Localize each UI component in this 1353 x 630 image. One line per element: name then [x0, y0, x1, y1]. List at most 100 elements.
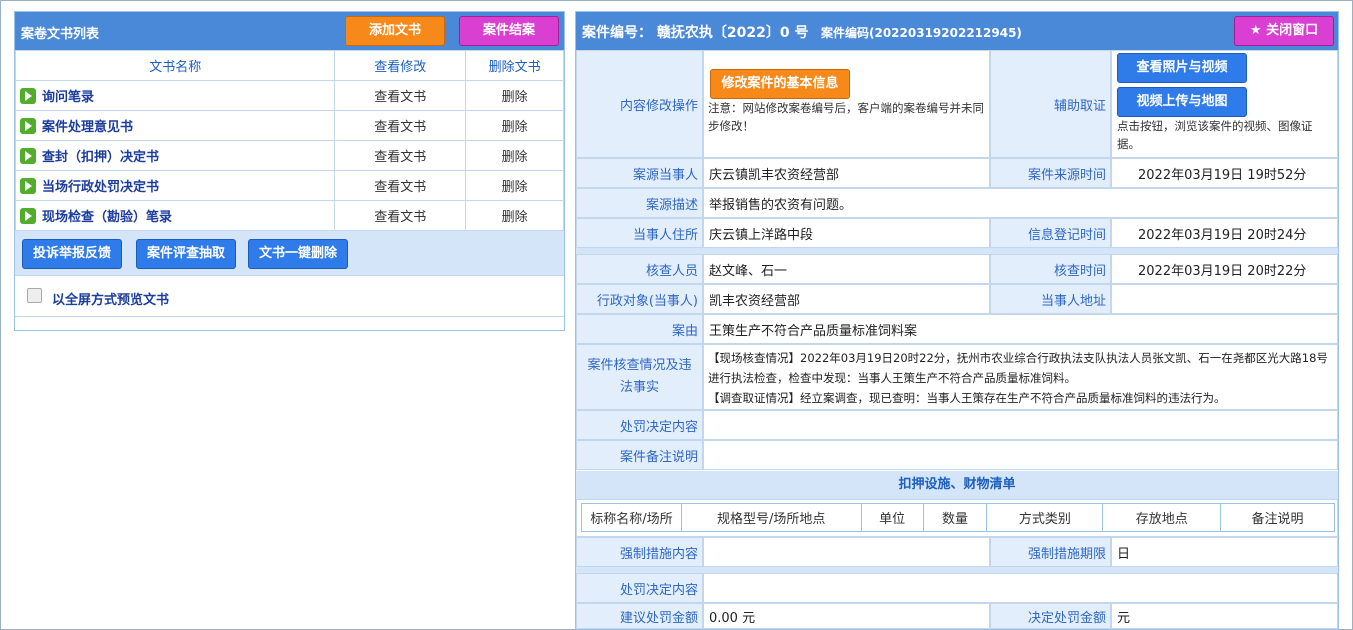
col-spec: 规格型号/场所地点	[680, 503, 862, 532]
seize-list-title: 扣押设施、财物清单	[576, 471, 1338, 499]
table-row: 查封（扣押）决定书 查看文书 删除	[14, 140, 564, 171]
edit-note: 注意：网站修改案卷编号后，客户端的案卷编号并未同步修改！	[708, 101, 984, 133]
delete-doc-link[interactable]: 删除	[465, 200, 564, 231]
col-unit: 单位	[860, 503, 924, 532]
view-doc-link[interactable]: 查看文书	[334, 140, 467, 171]
delete-doc-link[interactable]: 删除	[465, 170, 564, 201]
fullscreen-preview-row: 以全屏方式预览文书	[15, 275, 564, 317]
reg-time-value: 2022年03月19日 20时24分	[1111, 218, 1338, 248]
seize-table: 标称名称/场所 规格型号/场所地点 单位 数量 方式类别 存放地点 备注说明	[581, 503, 1335, 532]
cause-value: 王策生产不符合产品质量标准饲料案	[703, 314, 1338, 344]
close-window-button[interactable]: ★ 关闭窗口	[1234, 16, 1334, 46]
edit-op-label: 内容修改操作	[576, 50, 703, 158]
case-detail-panel: 案件编号： 赣抚农执〔2022〕0 号 案件编码(202203192022129…	[575, 11, 1339, 630]
table-row: 询问笔录 查看文书 删除	[14, 80, 564, 111]
facts-investigation: 【调查取证情况】经立案调查，现已查明：当事人王策存在生产不符合产品质量标准饲料的…	[708, 391, 1226, 405]
check-time-label: 核查时间	[990, 254, 1111, 284]
source-desc-label: 案源描述	[576, 188, 703, 218]
arrow-right-icon	[20, 118, 36, 134]
view-doc-link[interactable]: 查看文书	[334, 110, 467, 141]
col-storage: 存放地点	[1102, 503, 1222, 532]
close-case-button[interactable]: 案件结案	[459, 16, 559, 46]
party-address-label: 当事人住所	[576, 218, 703, 248]
arrow-right-icon	[20, 148, 36, 164]
view-doc-link[interactable]: 查看文书	[334, 80, 467, 111]
doc-table: 文书名称 查看修改 删除文书 询问笔录 查看文书 删除 案件处理意见书 查看文书…	[14, 50, 564, 231]
doc-tools-bar: 投诉举报反馈 案件评查抽取 文书一键删除	[15, 231, 564, 275]
arrow-right-icon	[20, 88, 36, 104]
complaint-feedback-button[interactable]: 投诉举报反馈	[22, 239, 122, 269]
force-limit-label: 强制措施期限	[990, 537, 1111, 567]
upload-video-button[interactable]: 视频上传与地图	[1117, 87, 1247, 117]
doc-name[interactable]: 询问笔录	[14, 80, 336, 111]
table-row: 案件处理意见书 查看文书 删除	[14, 110, 564, 141]
penalty-content-value	[703, 410, 1338, 440]
case-review-button[interactable]: 案件评查抽取	[136, 239, 236, 269]
view-photos-button[interactable]: 查看照片与视频	[1117, 53, 1247, 83]
delete-doc-link[interactable]: 删除	[465, 80, 564, 111]
view-doc-link[interactable]: 查看文书	[334, 170, 467, 201]
decide-amount-value: 元	[1111, 603, 1338, 629]
party-address-value: 庆云镇上洋路中段	[703, 218, 990, 248]
col-remark: 备注说明	[1220, 503, 1335, 532]
decide-amount-label: 决定处罚金额	[990, 603, 1111, 629]
case-code: 案件编码(20220319202212945)	[821, 26, 1022, 40]
col-doc-name: 文书名称	[14, 50, 336, 81]
seize-table-header: 标称名称/场所 规格型号/场所地点 单位 数量 方式类别 存放地点 备注说明	[581, 503, 1335, 532]
source-time-label: 案件来源时间	[990, 158, 1111, 188]
doc-name[interactable]: 现场检查（勘验）笔录	[14, 200, 336, 231]
inspector-label: 核查人员	[576, 254, 703, 284]
aux-evidence-cell: 查看照片与视频 视频上传与地图 点击按钮，浏览该案件的视频、图像证据。	[1111, 50, 1338, 158]
table-row: 现场检查（勘验）笔录 查看文书 删除	[14, 200, 564, 231]
suggest-amount-value: 0.00 元	[703, 603, 990, 629]
doc-list-title: 案卷文书列表	[21, 27, 100, 42]
force-content-value	[703, 537, 990, 567]
edit-op-cell: 修改案件的基本信息 注意：网站修改案卷编号后，客户端的案卷编号并未同步修改！	[703, 50, 990, 158]
source-party-label: 案源当事人	[576, 158, 703, 188]
facts-value: 【现场核查情况】2022年03月19日20时22分，抚州市农业综合行政执法支队执…	[703, 344, 1338, 410]
arrow-right-icon	[20, 178, 36, 194]
remark-label: 案件备注说明	[576, 440, 703, 470]
aux-evidence-label: 辅助取证	[990, 50, 1111, 158]
source-time-value: 2022年03月19日 19时52分	[1111, 158, 1338, 188]
force-content-label: 强制措施内容	[576, 537, 703, 567]
facts-label: 案件核查情况及违法事实	[576, 344, 703, 410]
facts-onsite: 【现场核查情况】2022年03月19日20时22分，抚州市农业综合行政执法支队执…	[708, 351, 1328, 385]
penalty-content2-label: 处罚决定内容	[576, 573, 703, 603]
doc-list-panel: 案卷文书列表 添加文书 案件结案 文书名称 查看修改 删除文书 询问笔录 查看文…	[14, 11, 565, 331]
penalty-content-label: 处罚决定内容	[576, 410, 703, 440]
case-header: 案件编号： 赣抚农执〔2022〕0 号 案件编码(202203192022129…	[576, 12, 1338, 50]
table-row: 当场行政处罚决定书 查看文书 删除	[14, 170, 564, 201]
delete-doc-link[interactable]: 删除	[465, 140, 564, 171]
fullscreen-checkbox[interactable]	[27, 288, 42, 303]
target-address-value	[1111, 284, 1338, 314]
source-party-value: 庆云镇凯丰农资经营部	[703, 158, 990, 188]
target-value: 凯丰农资经营部	[703, 284, 990, 314]
target-address-label: 当事人地址	[990, 284, 1111, 314]
cause-label: 案由	[576, 314, 703, 344]
fullscreen-label[interactable]: 以全屏方式预览文书	[52, 289, 169, 308]
col-method: 方式类别	[986, 503, 1104, 532]
delete-all-docs-button[interactable]: 文书一键删除	[248, 239, 348, 269]
doc-name[interactable]: 案件处理意见书	[14, 110, 336, 141]
add-doc-button[interactable]: 添加文书	[345, 16, 445, 46]
force-limit-value: 日	[1111, 537, 1338, 567]
penalty-content2-value	[703, 573, 1338, 603]
doc-name[interactable]: 当场行政处罚决定书	[14, 170, 336, 201]
seize-list-box: 标称名称/场所 规格型号/场所地点 单位 数量 方式类别 存放地点 备注说明	[576, 499, 1338, 537]
inspector-value: 赵文峰、石一	[703, 254, 990, 284]
source-desc-value: 举报销售的农资有问题。	[703, 188, 1338, 218]
col-quantity: 数量	[922, 503, 988, 532]
view-doc-link[interactable]: 查看文书	[334, 200, 467, 231]
doc-name[interactable]: 查封（扣押）决定书	[14, 140, 336, 171]
doc-list-header: 案卷文书列表 添加文书 案件结案	[15, 12, 564, 50]
reg-time-label: 信息登记时间	[990, 218, 1111, 248]
check-time-value: 2022年03月19日 20时22分	[1111, 254, 1338, 284]
delete-doc-link[interactable]: 删除	[465, 110, 564, 141]
arrow-right-icon	[20, 208, 36, 224]
col-view-edit: 查看修改	[334, 50, 467, 81]
edit-case-info-button[interactable]: 修改案件的基本信息	[710, 69, 850, 99]
remark-value	[703, 440, 1338, 470]
target-label: 行政对象(当事人)	[576, 284, 703, 314]
aux-note: 点击按钮，浏览该案件的视频、图像证据。	[1117, 119, 1313, 151]
